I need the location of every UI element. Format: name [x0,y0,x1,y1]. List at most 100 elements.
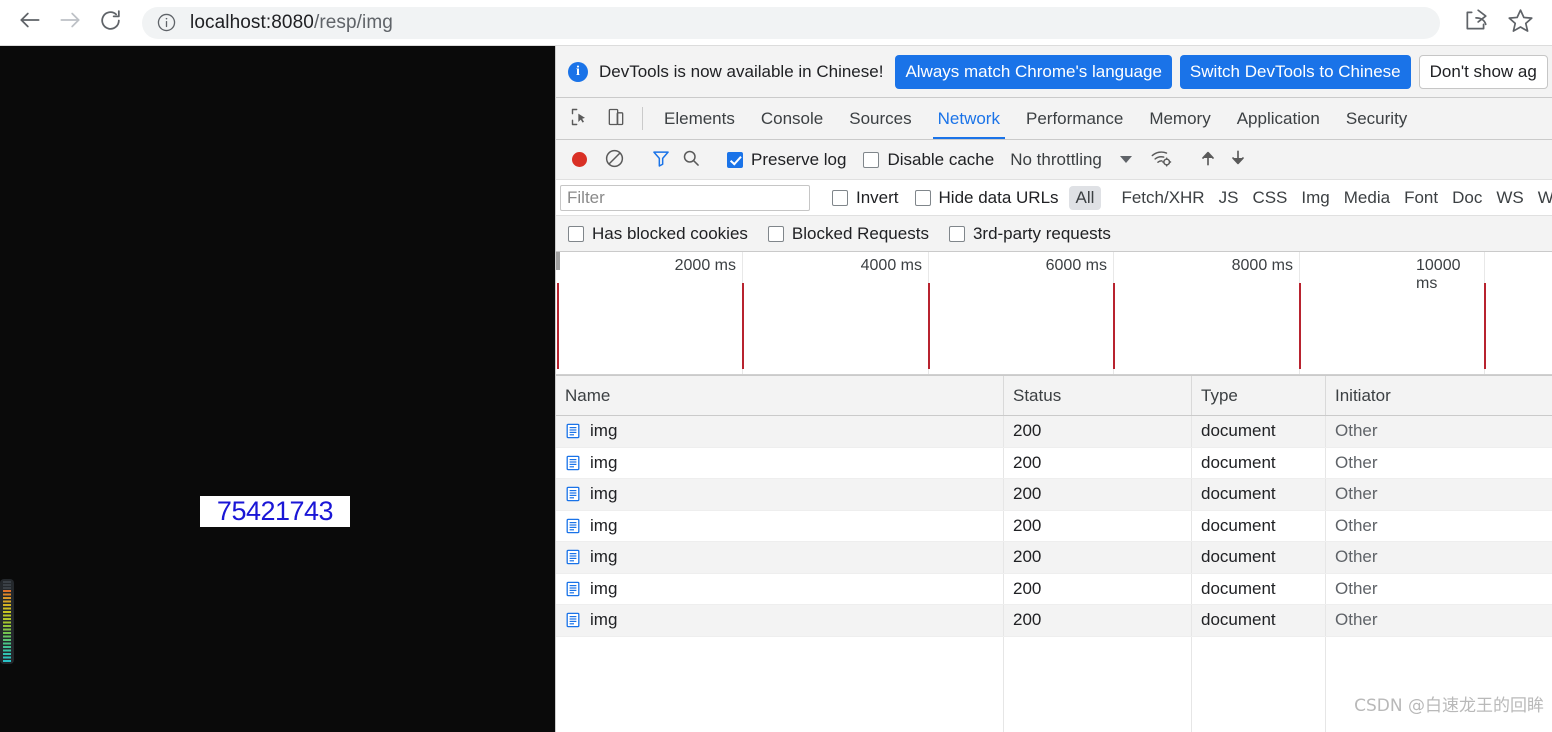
clear-no-entry-icon [604,148,625,172]
column-header-name[interactable]: Name [556,376,1004,415]
share-button[interactable] [1454,3,1498,43]
cell-initiator: Other [1326,542,1552,573]
checkbox-box [832,189,848,206]
preserve-log-checkbox[interactable]: Preserve log [727,150,846,170]
document-icon [565,581,581,597]
table-row[interactable]: img 200 document Other [556,479,1552,511]
type-filter-font[interactable]: Font [1397,186,1445,210]
address-bar-path: /resp/img [313,11,393,33]
tab-application[interactable]: Application [1224,98,1333,139]
export-har-button[interactable] [1223,148,1253,171]
tab-sources[interactable]: Sources [836,98,924,139]
arrow-left-icon [17,7,43,38]
cell-initiator: Other [1326,511,1552,542]
switch-devtools-language-button[interactable]: Switch DevTools to Chinese [1179,54,1411,89]
cell-name: img [556,447,1004,478]
address-bar[interactable]: localhost:8080/resp/img [142,6,1440,39]
has-blocked-cookies-checkbox[interactable]: Has blocked cookies [568,224,748,244]
back-button[interactable] [10,3,50,43]
clear-requests-button[interactable] [599,148,629,172]
request-name: img [590,484,618,504]
column-header-status[interactable]: Status [1004,376,1192,415]
info-circle-icon[interactable] [156,12,177,33]
magnifier-search-icon [681,148,701,171]
cell-status: 200 [1004,447,1192,478]
language-notification-banner: i DevTools is now available in Chinese! … [556,46,1552,98]
type-filter-ws[interactable]: WS [1489,186,1530,210]
type-filter-css[interactable]: CSS [1245,186,1294,210]
filter-toggle-button[interactable] [646,148,676,171]
checkbox-box [948,225,965,242]
column-header-initiator[interactable]: Initiator [1326,376,1552,415]
tab-elements[interactable]: Elements [651,98,748,139]
device-toolbar-button[interactable] [598,98,634,139]
extra-filters-row: Has blocked cookies Blocked Requests 3rd… [556,216,1552,252]
hide-data-urls-checkbox[interactable]: Hide data URLs [914,188,1059,208]
table-row[interactable]: img 200 document Other [556,542,1552,574]
table-row[interactable]: img 200 document Other [556,573,1552,605]
level-meter-widget[interactable] [0,579,14,664]
toolbar-right-actions [1454,3,1552,43]
tab-network[interactable]: Network [925,98,1013,139]
level-meter-notch [3,581,11,583]
overview-tick-label: 4000 ms [860,257,922,274]
table-row[interactable]: img 200 document Other [556,605,1552,637]
forward-button[interactable] [50,3,90,43]
type-filter-wasm[interactable]: W [1531,186,1552,210]
table-empty-area [556,636,1552,732]
overview-scroll-handle[interactable] [556,252,560,270]
disable-cache-checkbox[interactable]: Disable cache [863,150,994,170]
third-party-requests-label: 3rd-party requests [972,223,1111,243]
invert-checkbox[interactable]: Invert [832,188,899,208]
throttling-select[interactable]: No throttling [1010,150,1102,170]
import-har-button[interactable] [1193,148,1223,171]
type-filter-img[interactable]: Img [1294,186,1336,210]
type-filter-js[interactable]: JS [1212,186,1246,210]
network-overview-timeline[interactable]: 2000 ms 4000 ms 6000 ms 8000 ms 10000 ms [556,252,1552,376]
overview-event-marker [1113,283,1115,369]
blocked-requests-checkbox[interactable]: Blocked Requests [767,223,929,244]
dont-show-again-button[interactable]: Don't show ag [1418,54,1548,89]
network-conditions-button[interactable] [1146,147,1176,172]
always-match-language-button[interactable]: Always match Chrome's language [895,54,1172,89]
record-stop-icon[interactable] [572,152,587,167]
tab-memory[interactable]: Memory [1136,98,1223,139]
tab-console[interactable]: Console [748,98,836,139]
tab-security[interactable]: Security [1333,98,1420,139]
cell-initiator: Other [1326,574,1552,605]
third-party-requests-checkbox[interactable]: 3rd-party requests [948,223,1111,244]
network-toolbar: Preserve log Disable cache No throttling [556,140,1552,180]
search-requests-button[interactable] [676,148,706,171]
column-header-type[interactable]: Type [1192,376,1326,415]
address-bar-url: localhost:8080/resp/img [190,12,393,34]
chevron-down-icon[interactable] [1119,156,1132,163]
tab-performance[interactable]: Performance [1013,98,1136,139]
document-icon [565,612,581,628]
type-filter-fetch-xhr[interactable]: Fetch/XHR [1114,186,1211,210]
cell-initiator: Other [1326,416,1552,447]
table-row[interactable]: img 200 document Other [556,447,1552,479]
inspect-element-button[interactable] [562,98,598,139]
cell-name: img [556,510,1004,541]
reload-button[interactable] [90,3,130,43]
overview-tick-label: 10000 ms [1416,257,1461,292]
cell-initiator: Other [1326,605,1552,636]
blocked-requests-label: Blocked Requests [791,223,929,243]
request-name: img [590,610,618,630]
table-row[interactable]: img 200 document Other [556,510,1552,542]
bookmark-button[interactable] [1498,3,1542,43]
cell-type: document [1192,479,1326,510]
cell-status: 200 [1004,416,1192,447]
cell-status: 200 [1004,479,1192,510]
overview-event-marker [557,283,559,369]
filter-input[interactable] [560,184,810,211]
type-filter-all[interactable]: All [1068,185,1102,210]
type-filter-doc[interactable]: Doc [1445,186,1489,210]
table-row[interactable]: img 200 document Other [556,416,1552,448]
checkbox-box [914,189,931,206]
cell-name: img [556,416,1004,447]
overview-tick-label: 6000 ms [1045,257,1107,274]
devtools-tab-bar: Elements Console Sources Network Perform… [556,98,1552,140]
filler-cell [556,636,1004,732]
type-filter-media[interactable]: Media [1337,186,1397,210]
